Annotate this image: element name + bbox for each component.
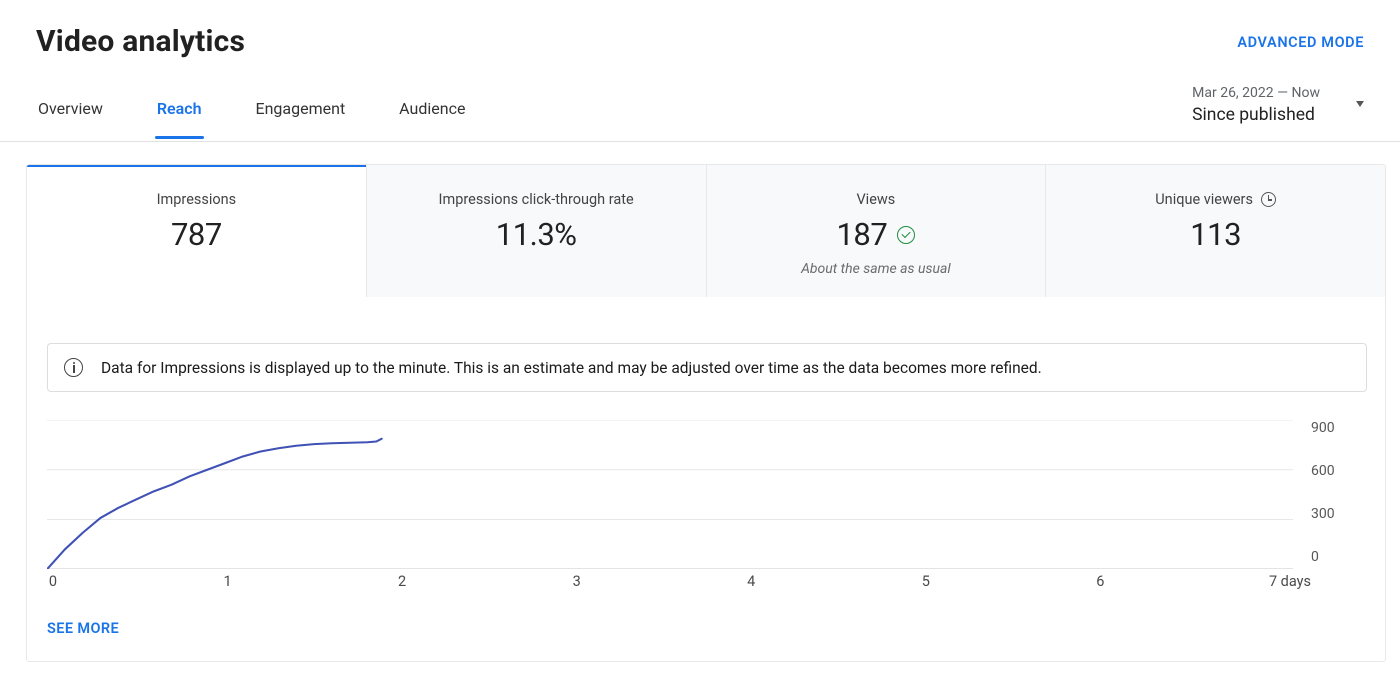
date-range-picker[interactable]: Mar 26, 2022 — Now Since published (1192, 85, 1364, 141)
tab-audience[interactable]: Audience (397, 99, 467, 141)
metric-value-number: 187 (836, 216, 887, 253)
metric-card-impressions[interactable]: Impressions 787 (27, 165, 367, 297)
advanced-mode-button[interactable]: ADVANCED MODE (1237, 34, 1364, 51)
impressions-chart: 900 600 300 0 (47, 420, 1367, 565)
x-tick: 2 (396, 573, 408, 590)
metric-tabs: Impressions 787 Impressions click-throug… (27, 165, 1385, 297)
tab-engagement[interactable]: Engagement (254, 99, 348, 141)
date-range-summary: Mar 26, 2022 — Now (1192, 85, 1320, 101)
x-tick: 7 days (1269, 573, 1311, 590)
metric-label: Unique viewers (1155, 191, 1276, 208)
x-tick: 6 (1094, 573, 1106, 590)
metric-card-ctr[interactable]: Impressions click-through rate 11.3% (367, 165, 707, 297)
metric-subtext: About the same as usual (801, 261, 951, 277)
metric-card-views[interactable]: Views 187 About the same as usual (707, 165, 1047, 297)
y-tick: 900 (1311, 420, 1335, 436)
x-tick: 1 (222, 573, 234, 590)
y-tick: 0 (1311, 549, 1319, 565)
metric-label: Impressions click-through rate (439, 191, 634, 208)
info-icon (64, 358, 83, 377)
metric-card-unique-viewers[interactable]: Unique viewers 113 (1046, 165, 1385, 297)
check-circle-icon (897, 226, 915, 244)
tab-overview[interactable]: Overview (36, 99, 105, 141)
metric-value: 11.3% (496, 216, 577, 253)
see-more-button[interactable]: SEE MORE (47, 620, 1367, 637)
info-banner: Data for Impressions is displayed up to … (47, 343, 1367, 392)
date-range-preset: Since published (1192, 105, 1320, 125)
tab-reach[interactable]: Reach (155, 99, 204, 141)
chart-plot-area[interactable] (47, 420, 1293, 565)
chart-y-axis: 900 600 300 0 (1293, 420, 1367, 565)
y-tick: 600 (1311, 463, 1335, 479)
metric-label-text: Unique viewers (1155, 191, 1253, 208)
x-tick: 4 (745, 573, 757, 590)
main-tabs: Overview Reach Engagement Audience (36, 99, 467, 141)
clock-icon (1261, 192, 1276, 207)
chart-x-axis: 0 1 2 3 4 5 6 7 days (47, 573, 1367, 590)
x-tick: 0 (47, 573, 59, 590)
metric-value: 787 (171, 216, 222, 253)
metric-label: Impressions (157, 191, 237, 208)
info-banner-text: Data for Impressions is displayed up to … (101, 359, 1042, 377)
chevron-down-icon (1356, 101, 1364, 107)
page-title: Video analytics (36, 24, 245, 59)
y-tick: 300 (1311, 506, 1335, 522)
reach-panel: Impressions 787 Impressions click-throug… (26, 164, 1386, 662)
x-tick: 3 (571, 573, 583, 590)
x-tick: 5 (920, 573, 932, 590)
metric-label: Views (856, 191, 895, 208)
metric-value: 113 (1190, 216, 1241, 253)
metric-value: 187 (836, 216, 915, 253)
